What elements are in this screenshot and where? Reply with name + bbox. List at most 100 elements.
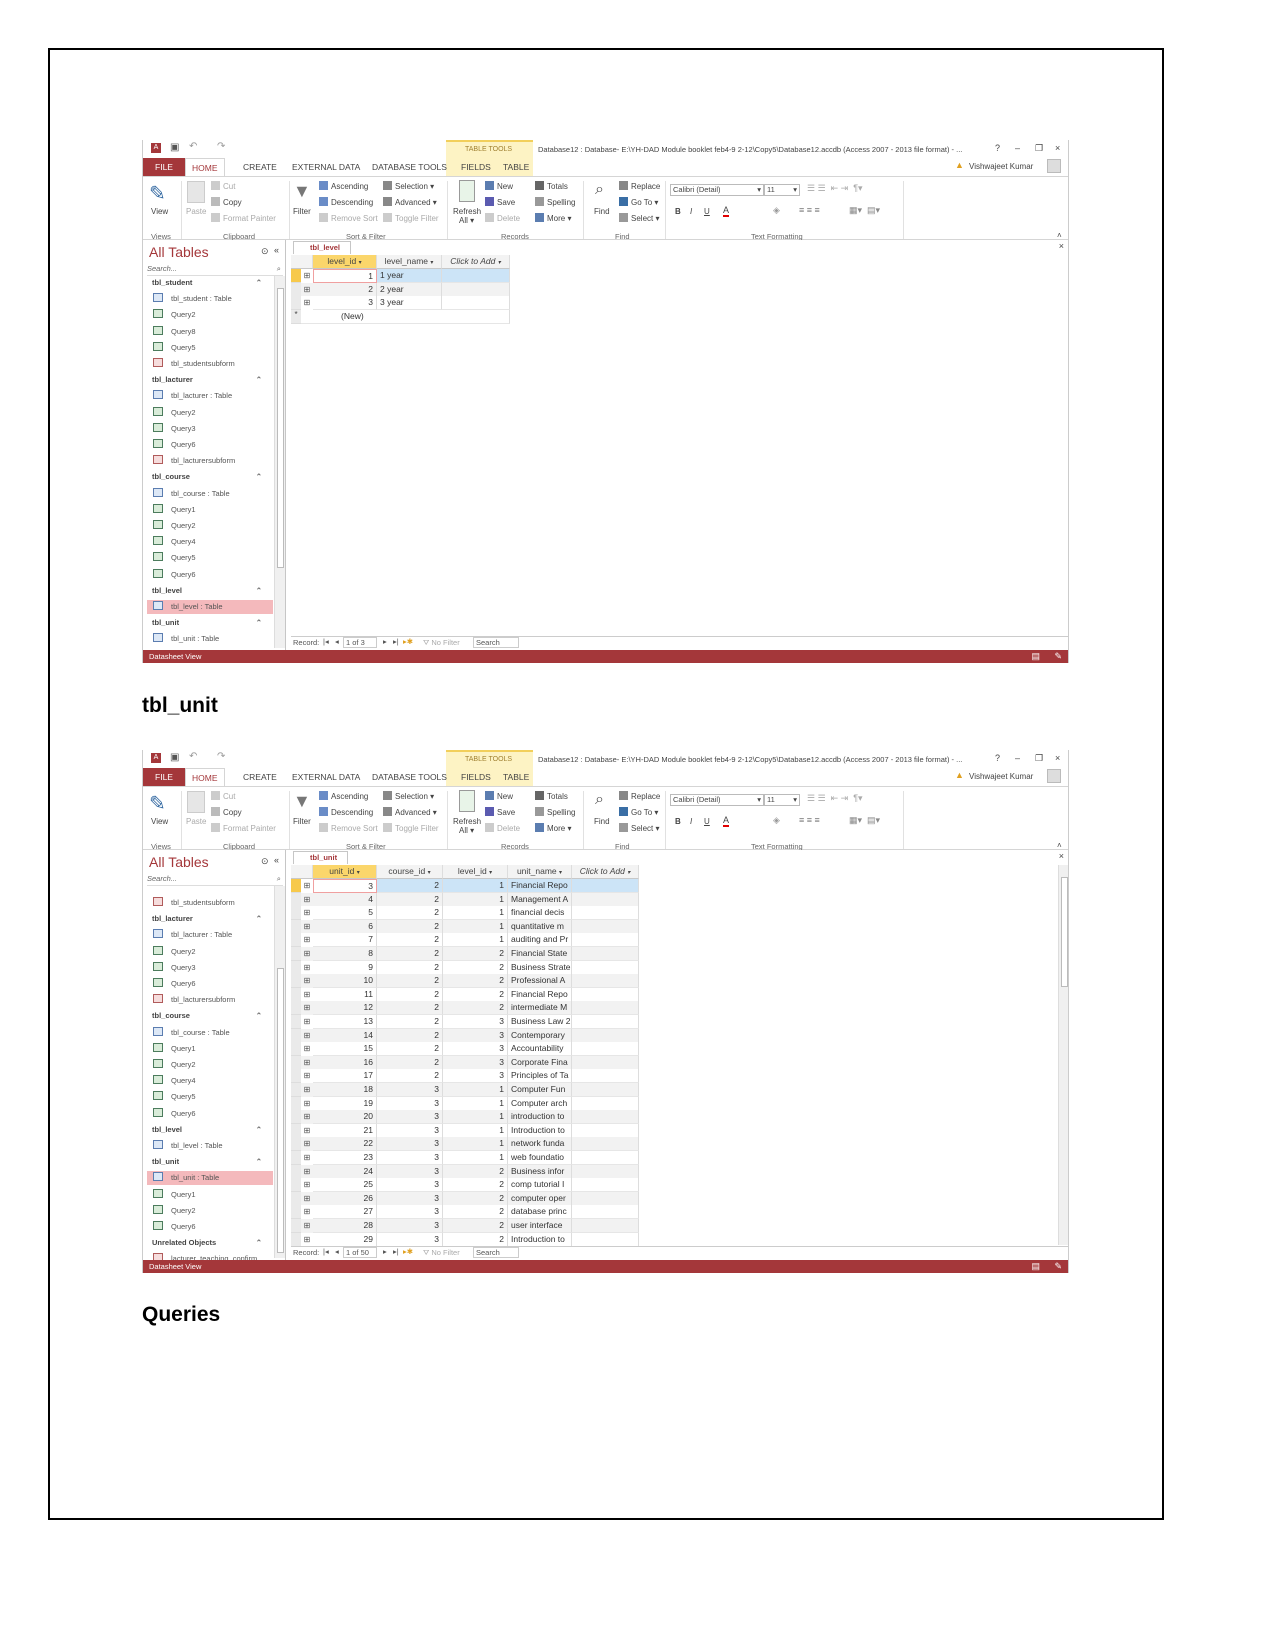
- expand-icon[interactable]: ⊞: [301, 1001, 313, 1016]
- nav-scrollbar[interactable]: [274, 276, 285, 648]
- cell-course_id[interactable]: 2: [377, 919, 443, 934]
- nav-group[interactable]: Unrelated Objects ⌃: [152, 1236, 272, 1250]
- record-search-input[interactable]: Search: [473, 1247, 519, 1258]
- nav-item[interactable]: Query2: [153, 1058, 273, 1072]
- nav-group[interactable]: tbl_unit ⌃: [152, 616, 272, 630]
- nav-item[interactable]: tbl_unit : Table: [153, 632, 273, 646]
- font-size-select[interactable]: 11 ▾: [764, 184, 800, 196]
- record-selector[interactable]: [291, 960, 301, 975]
- record-selector[interactable]: [291, 1232, 301, 1247]
- tab-external-data[interactable]: EXTERNAL DATA: [286, 768, 366, 786]
- collapse-nav-icon[interactable]: «: [274, 245, 279, 255]
- cell-unit_name[interactable]: Corporate Fina: [508, 1055, 572, 1070]
- cell-click-to-add[interactable]: [572, 1028, 639, 1043]
- cell-unit_name[interactable]: Financial Repo: [508, 987, 572, 1002]
- cell-click-to-add[interactable]: [572, 987, 639, 1002]
- cell-level_id[interactable]: 1: [443, 919, 508, 934]
- view-button[interactable]: View: [151, 207, 168, 216]
- tab-table[interactable]: TABLE: [497, 158, 535, 176]
- nav-item[interactable]: Query6: [153, 568, 273, 582]
- list-buttons[interactable]: ☰ ☰ ⇤ ⇥ ¶▾: [807, 793, 863, 804]
- cell-click-to-add[interactable]: [572, 1055, 639, 1070]
- nav-item[interactable]: tbl_lacturer : Table: [153, 928, 273, 942]
- more-button[interactable]: More ▾: [535, 213, 571, 223]
- cell-course_id[interactable]: 3: [377, 1123, 443, 1138]
- expand-icon[interactable]: ⊞: [301, 1123, 313, 1138]
- record-selector[interactable]: [291, 879, 301, 893]
- cell-unit_id[interactable]: 7: [313, 933, 377, 948]
- cell-unit_id[interactable]: 20: [313, 1110, 377, 1125]
- cell-click-to-add[interactable]: [572, 919, 639, 934]
- nav-item[interactable]: tbl_lacturer : Table: [153, 389, 273, 403]
- cell-unit_name[interactable]: financial decis: [508, 906, 572, 921]
- current-record-field[interactable]: 1 of 3: [343, 637, 377, 648]
- cell-level_id[interactable]: 2: [443, 960, 508, 975]
- cell-course_id[interactable]: 2: [377, 947, 443, 961]
- cell-unit_name[interactable]: network funda: [508, 1137, 572, 1152]
- column-header[interactable]: level_name ▾: [377, 255, 442, 269]
- cell-course_id[interactable]: 2: [377, 987, 443, 1002]
- paste-button[interactable]: Paste: [186, 207, 206, 216]
- cell-unit_id[interactable]: 25: [313, 1178, 377, 1193]
- user-name[interactable]: Vishwajeet Kumar: [969, 162, 1033, 171]
- cell-course_id[interactable]: 2: [377, 892, 443, 907]
- expand-icon[interactable]: ⊞: [301, 974, 313, 989]
- cell-level_id[interactable]: 2: [443, 1001, 508, 1016]
- minimize-button[interactable]: –: [1015, 753, 1020, 763]
- cell-unit_id[interactable]: 28: [313, 1219, 377, 1233]
- record-selector[interactable]: [291, 974, 301, 989]
- expand-icon[interactable]: ⊞: [301, 879, 313, 893]
- redo-icon[interactable]: ↷: [217, 141, 225, 152]
- tab-database-tools[interactable]: DATABASE TOOLS: [366, 158, 453, 176]
- record-selector[interactable]: [291, 282, 301, 297]
- record-selector[interactable]: [291, 1055, 301, 1070]
- expand-icon[interactable]: ⊞: [301, 1164, 313, 1179]
- record-selector[interactable]: [291, 1205, 301, 1220]
- datasheet-view-icon[interactable]: ▤: [1031, 1260, 1040, 1273]
- cell-unit_id[interactable]: 21: [313, 1123, 377, 1138]
- cell-unit_id[interactable]: 13: [313, 1015, 377, 1029]
- datasheet-view-icon[interactable]: ▤: [1031, 650, 1040, 663]
- tab-home[interactable]: HOME: [185, 158, 225, 176]
- nav-item[interactable]: tbl_studentsubform: [153, 896, 273, 910]
- expand-icon[interactable]: ⊞: [301, 1096, 313, 1111]
- cell-level_id[interactable]: 2: [443, 1232, 508, 1247]
- cell-level_id[interactable]: 1: [313, 269, 377, 283]
- cell-course_id[interactable]: 3: [377, 1164, 443, 1179]
- collapse-nav-icon[interactable]: «: [274, 855, 279, 865]
- nav-item[interactable]: Query2: [153, 406, 273, 420]
- font-color-button[interactable]: A: [723, 205, 730, 217]
- cell-level_name[interactable]: 2 year: [377, 282, 442, 297]
- save-record-button[interactable]: Save: [485, 197, 515, 207]
- no-filter-indicator[interactable]: ⛛ No Filter: [423, 638, 460, 648]
- cell-unit_id[interactable]: 14: [313, 1028, 377, 1043]
- cell-click-to-add[interactable]: [572, 1069, 639, 1084]
- cell-course_id[interactable]: 3: [377, 1096, 443, 1111]
- cell-level_id[interactable]: 2: [443, 1219, 508, 1233]
- expand-icon[interactable]: ⊞: [301, 933, 313, 948]
- cut-button[interactable]: Cut: [211, 791, 235, 801]
- cell-click-to-add[interactable]: [572, 947, 639, 961]
- expand-icon[interactable]: ⊞: [301, 1178, 313, 1193]
- find-button[interactable]: Find: [594, 817, 610, 826]
- cell-unit_name[interactable]: Financial State: [508, 947, 572, 961]
- nav-menu-icon[interactable]: ⊙: [261, 246, 269, 257]
- previous-record-button[interactable]: ◂: [335, 637, 339, 646]
- cell-level_id[interactable]: 2: [443, 1164, 508, 1179]
- cell-click-to-add[interactable]: [572, 1083, 639, 1097]
- cell-course_id[interactable]: 3: [377, 1137, 443, 1152]
- close-document-icon[interactable]: ×: [1059, 851, 1064, 861]
- record-selector[interactable]: [291, 1219, 301, 1233]
- find-button[interactable]: Find: [594, 207, 610, 216]
- nav-item[interactable]: Query5: [153, 341, 273, 355]
- expand-icon[interactable]: ⊞: [301, 919, 313, 934]
- select-button[interactable]: Select ▾: [619, 823, 659, 833]
- nav-item[interactable]: tbl_unit : Table: [147, 1171, 273, 1186]
- new-record-row[interactable]: (New): [301, 309, 510, 324]
- cell-unit_name[interactable]: Financial Repo: [508, 879, 572, 893]
- close-button[interactable]: ×: [1055, 143, 1060, 153]
- refresh-all-button[interactable]: Refresh All ▾: [453, 817, 481, 835]
- underline-button[interactable]: U: [704, 207, 710, 216]
- cell-unit_name[interactable]: database princ: [508, 1205, 572, 1220]
- column-header[interactable]: unit_name ▾: [508, 865, 572, 879]
